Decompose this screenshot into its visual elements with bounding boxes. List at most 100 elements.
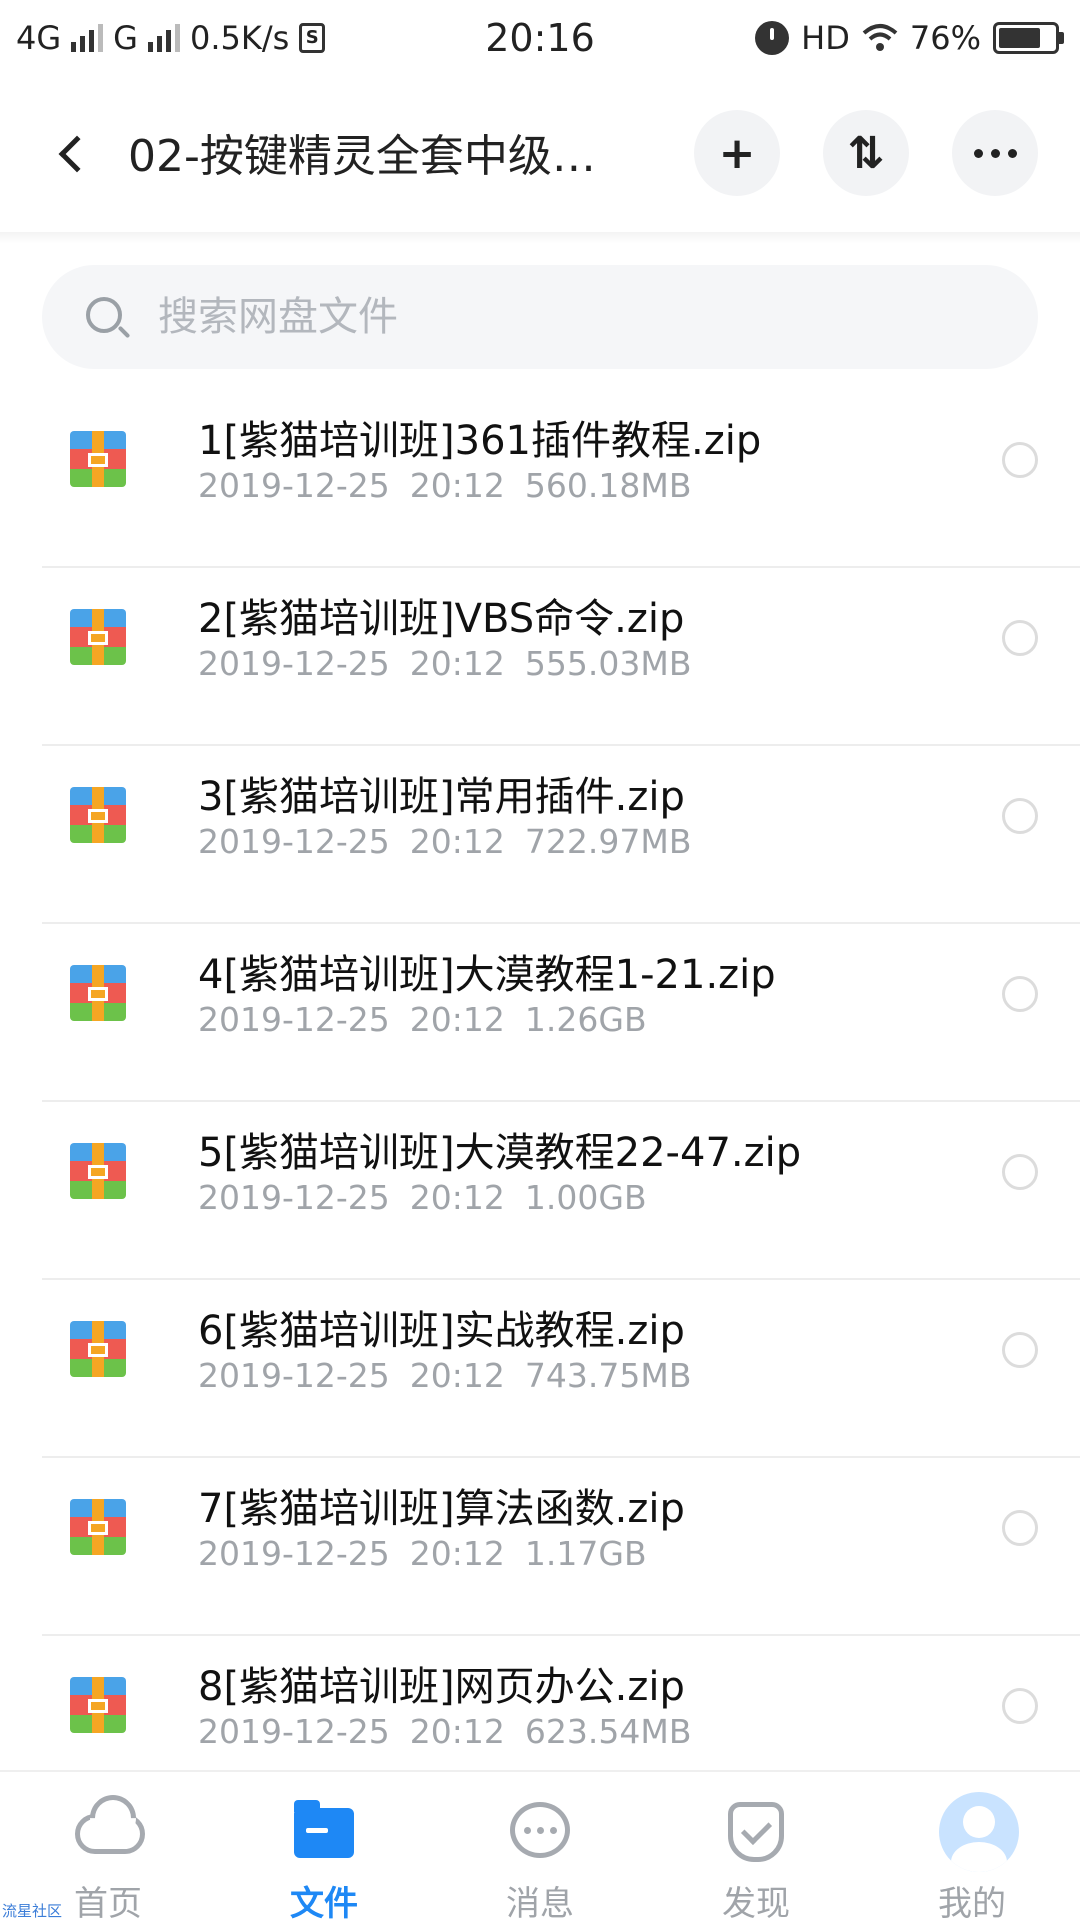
- nav-messages[interactable]: 消息: [432, 1772, 648, 1920]
- wifi-icon: [862, 24, 898, 51]
- select-checkbox[interactable]: [1002, 976, 1038, 1012]
- more-button[interactable]: [952, 110, 1038, 196]
- file-time: 20:12: [409, 1000, 505, 1039]
- file-meta: 2019-12-25 20:12 1.26GB: [198, 1000, 667, 1039]
- zip-file-icon: [70, 965, 126, 1021]
- search-input[interactable]: [158, 265, 998, 369]
- sort-icon: ⇅: [847, 127, 885, 179]
- status-right: HD 76%: [704, 19, 1064, 57]
- file-size: 560.18MB: [524, 466, 692, 505]
- file-date: 2019-12-25: [198, 1356, 390, 1395]
- file-row[interactable]: 7[紫猫培训班]算法函数.zip 2019-12-25 20:12 1.17GB: [0, 1458, 1080, 1636]
- file-date: 2019-12-25: [198, 1534, 390, 1573]
- file-row[interactable]: 4[紫猫培训班]大漠教程1-21.zip 2019-12-25 20:12 1.26…: [0, 924, 1080, 1102]
- file-meta: 2019-12-25 20:12 722.97MB: [198, 822, 711, 861]
- file-meta: 2019-12-25 20:12 1.00GB: [198, 1178, 667, 1217]
- cloud-icon: [75, 1802, 145, 1862]
- select-checkbox[interactable]: [1002, 1332, 1038, 1368]
- add-button[interactable]: +: [694, 110, 780, 196]
- file-meta: 2019-12-25 20:12 1.17GB: [198, 1534, 667, 1573]
- file-time: 20:12: [409, 644, 505, 683]
- network-4g-label: 4G: [16, 19, 62, 57]
- zip-file-icon: [70, 1677, 126, 1733]
- file-date: 2019-12-25: [198, 1712, 390, 1751]
- storage-icon: S: [299, 23, 326, 53]
- file-name: 8[紫猫培训班]网页办公.zip: [198, 1664, 685, 1710]
- signal-icon-2: [147, 24, 180, 52]
- file-size: 743.75MB: [524, 1356, 692, 1395]
- avatar-icon: [939, 1792, 1019, 1872]
- back-arrow-icon: [58, 135, 96, 173]
- network-speed: 0.5K/s: [189, 19, 290, 57]
- file-time: 20:12: [409, 1534, 505, 1573]
- file-name: 5[紫猫培训班]大漠教程22-47.zip: [198, 1130, 802, 1176]
- file-row[interactable]: 3[紫猫培训班]常用插件.zip 2019-12-25 20:12 722.97MB: [0, 746, 1080, 924]
- message-icon: [507, 1802, 573, 1862]
- title-bar: 02-按键精灵全套中级… + ⇅: [0, 76, 1080, 232]
- file-size: 722.97MB: [524, 822, 692, 861]
- file-date: 2019-12-25: [198, 822, 390, 861]
- more-dots-icon: [973, 148, 1017, 158]
- file-meta: 2019-12-25 20:12 555.03MB: [198, 644, 711, 683]
- file-size: 555.03MB: [524, 644, 692, 683]
- file-time: 20:12: [409, 1356, 505, 1395]
- status-bar: 4G G 0.5K/s S 20:16 HD 76%: [0, 0, 1080, 76]
- network-g-label: G: [113, 19, 138, 57]
- zip-file-icon: [70, 1321, 126, 1377]
- file-name: 3[紫猫培训班]常用插件.zip: [198, 774, 685, 820]
- back-button[interactable]: [44, 126, 100, 182]
- file-size: 1.17GB: [524, 1534, 647, 1573]
- file-row[interactable]: 6[紫猫培训班]实战教程.zip 2019-12-25 20:12 743.75MB: [0, 1280, 1080, 1458]
- search-icon: [86, 297, 122, 333]
- file-name: 4[紫猫培训班]大漠教程1-21.zip: [198, 952, 776, 998]
- nav-label: 我的: [938, 1884, 1006, 1920]
- file-date: 2019-12-25: [198, 1000, 390, 1039]
- screen: 4G G 0.5K/s S 20:16 HD 76% 02-按键精灵全套中级… …: [0, 0, 1080, 1920]
- file-date: 2019-12-25: [198, 466, 390, 505]
- nav-label: 发现: [722, 1884, 790, 1920]
- discover-icon: [723, 1802, 789, 1862]
- file-name: 1[紫猫培训班]361插件教程.zip: [198, 418, 762, 464]
- select-checkbox[interactable]: [1002, 620, 1038, 656]
- select-checkbox[interactable]: [1002, 1154, 1038, 1190]
- select-checkbox[interactable]: [1002, 1688, 1038, 1724]
- zip-file-icon: [70, 609, 126, 665]
- file-meta: 2019-12-25 20:12 623.54MB: [198, 1712, 711, 1751]
- file-name: 7[紫猫培训班]算法函数.zip: [198, 1486, 685, 1532]
- file-row[interactable]: 2[紫猫培训班]VBS命令.zip 2019-12-25 20:12 555.03M…: [0, 568, 1080, 746]
- file-time: 20:12: [409, 466, 505, 505]
- file-date: 2019-12-25: [198, 644, 390, 683]
- select-checkbox[interactable]: [1002, 798, 1038, 834]
- file-name: 6[紫猫培训班]实战教程.zip: [198, 1308, 685, 1354]
- file-time: 20:12: [409, 822, 505, 861]
- file-list: 1[紫猫培训班]361插件教程.zip 2019-12-25 20:12 560.1…: [0, 390, 1080, 1814]
- page-title: 02-按键精灵全套中级…: [128, 131, 596, 182]
- nav-label: 文件: [290, 1884, 358, 1920]
- file-time: 20:12: [409, 1178, 505, 1217]
- signal-icon: [71, 24, 104, 52]
- zip-file-icon: [70, 1143, 126, 1199]
- nav-label: 消息: [506, 1884, 574, 1920]
- file-size: 1.26GB: [524, 1000, 647, 1039]
- file-row[interactable]: 5[紫猫培训班]大漠教程22-47.zip 2019-12-25 20:12 1.0…: [0, 1102, 1080, 1280]
- file-name: 2[紫猫培训班]VBS命令.zip: [198, 596, 685, 642]
- file-size: 623.54MB: [524, 1712, 692, 1751]
- status-time: 20:16: [485, 16, 595, 60]
- search-bar[interactable]: [42, 265, 1038, 369]
- nav-discover[interactable]: 发现: [648, 1772, 864, 1920]
- battery-percent: 76%: [909, 19, 981, 57]
- header-divider: [0, 232, 1080, 244]
- hd-label: HD: [801, 19, 850, 57]
- file-meta: 2019-12-25 20:12 560.18MB: [198, 466, 711, 505]
- select-checkbox[interactable]: [1002, 1510, 1038, 1546]
- file-row[interactable]: 1[紫猫培训班]361插件教程.zip 2019-12-25 20:12 560.1…: [0, 390, 1080, 568]
- watermark: 流星社区: [2, 1902, 63, 1920]
- nav-profile[interactable]: 我的: [864, 1772, 1080, 1920]
- nav-files[interactable]: 文件: [216, 1772, 432, 1920]
- nav-home[interactable]: 首页: [0, 1772, 216, 1920]
- file-time: 20:12: [409, 1712, 505, 1751]
- plus-icon: +: [718, 127, 756, 179]
- select-checkbox[interactable]: [1002, 442, 1038, 478]
- status-left: 4G G 0.5K/s S: [16, 19, 436, 57]
- sort-button[interactable]: ⇅: [823, 110, 909, 196]
